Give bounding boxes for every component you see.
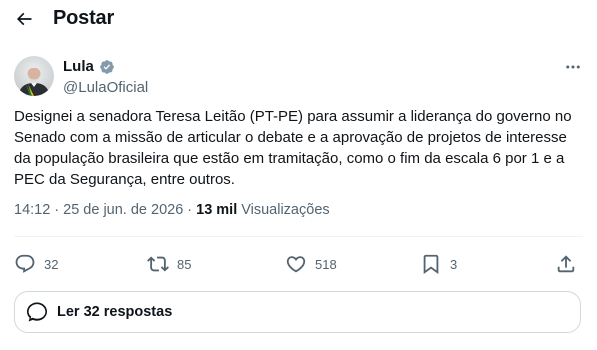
post-date[interactable]: 25 de jun. de 2026 (63, 202, 183, 218)
replies-bubble-icon (27, 302, 47, 322)
post-author: Lula @LulaOficial (14, 56, 584, 100)
back-button[interactable] (10, 5, 38, 33)
divider (14, 236, 583, 237)
name-row: Lula (63, 58, 115, 75)
repost-button[interactable]: 85 (147, 253, 191, 275)
back-arrow-icon (16, 12, 32, 26)
action-bar: 32 85 518 3 (14, 253, 583, 277)
author-handle[interactable]: @LulaOficial (63, 79, 148, 96)
top-bar: Postar (0, 0, 597, 38)
read-replies-button[interactable]: Ler 32 respostas (14, 291, 581, 333)
verified-badge-icon[interactable] (99, 59, 115, 75)
bookmark-count: 3 (450, 256, 458, 272)
more-dots-icon (566, 65, 580, 69)
page-title: Postar (53, 7, 115, 29)
post-time[interactable]: 14:12 (14, 202, 50, 218)
share-icon (557, 255, 575, 273)
repost-count: 85 (177, 256, 192, 272)
author-name[interactable]: Lula (63, 58, 94, 75)
like-button[interactable]: 518 (285, 253, 337, 275)
like-count: 518 (315, 256, 337, 272)
separator-dot: · (54, 202, 60, 218)
avatar[interactable] (14, 56, 54, 96)
reply-count: 32 (44, 256, 59, 272)
views-count: 13 mil (196, 202, 238, 218)
post-text: Designei a senadora Teresa Leitão (PT-PE… (14, 108, 572, 188)
more-options-button[interactable] (562, 56, 584, 78)
bookmark-icon (423, 254, 439, 275)
heart-icon (286, 256, 306, 273)
reply-button[interactable]: 32 (14, 253, 58, 275)
views-label: Visualizações (241, 202, 330, 218)
share-button[interactable] (555, 253, 577, 275)
bookmark-button[interactable]: 3 (420, 253, 457, 275)
separator-dot: · (187, 202, 193, 218)
post-metadata: 14:12 · 25 de jun. de 2026 · 13 mil Visu… (14, 202, 330, 218)
read-replies-label: Ler 32 respostas (57, 304, 173, 320)
repost-icon (147, 256, 169, 272)
reply-icon (15, 254, 35, 273)
